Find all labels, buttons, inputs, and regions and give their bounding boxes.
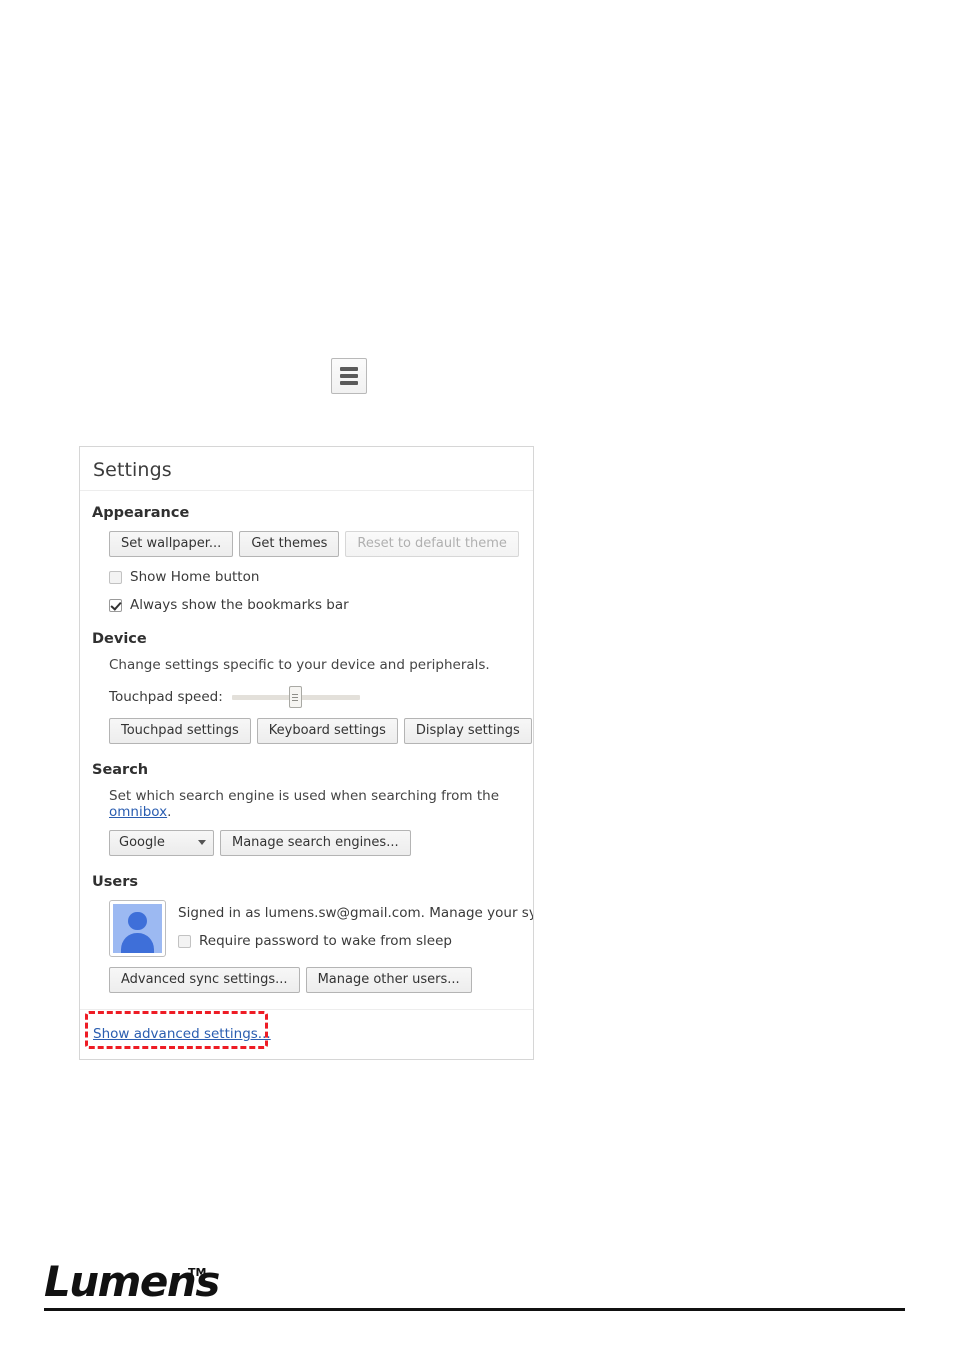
manage-other-users-button[interactable]: Manage other users... <box>305 967 472 993</box>
footer-rule <box>44 1308 905 1311</box>
always-show-bookmarks-bar-label: Always show the bookmarks bar <box>130 597 349 613</box>
section-title-device: Device <box>92 631 147 647</box>
hamburger-bar <box>340 367 358 371</box>
keyboard-settings-button[interactable]: Keyboard settings <box>256 718 398 744</box>
always-show-bookmarks-bar-row[interactable]: Always show the bookmarks bar <box>109 597 533 613</box>
always-show-bookmarks-bar-checkbox[interactable] <box>109 598 122 612</box>
show-home-button-checkbox[interactable] <box>109 570 122 584</box>
show-home-button-row[interactable]: Show Home button <box>109 569 533 585</box>
show-home-button-label: Show Home button <box>130 569 260 585</box>
search-engine-select[interactable]: Google <box>109 830 214 856</box>
search-control-row: Google Manage search engines... <box>109 830 533 856</box>
avatar-body <box>120 933 155 953</box>
search-description-period: . <box>167 804 172 820</box>
require-password-label: Require password to wake from sleep <box>199 933 452 949</box>
slider-thumb-grip <box>292 693 299 695</box>
section-device: Device Change settings specific to your … <box>80 631 533 744</box>
footer-link-wrap: Show advanced settings... <box>80 1010 533 1042</box>
hamburger-bar <box>340 381 358 385</box>
avatar-head <box>128 911 147 931</box>
display-settings-button[interactable]: Display settings <box>403 718 532 744</box>
slider-thumb[interactable] <box>288 686 302 708</box>
appearance-button-row: Set wallpaper... Get themes Reset to def… <box>109 531 533 557</box>
slider-thumb-grip <box>292 699 299 701</box>
get-themes-button[interactable]: Get themes <box>239 531 340 557</box>
touchpad-settings-button[interactable]: Touchpad settings <box>109 718 251 744</box>
lumens-logo-text: Lumens <box>44 1257 220 1306</box>
touchpad-speed-slider[interactable] <box>231 686 360 708</box>
section-appearance: Appearance Set wallpaper... Get themes R… <box>80 505 533 613</box>
device-button-row: Touchpad settings Keyboard settings Disp… <box>109 718 533 744</box>
hamburger-menu-icon[interactable] <box>331 358 367 394</box>
advanced-sync-settings-button[interactable]: Advanced sync settings... <box>109 967 300 993</box>
signed-in-status: Signed in as lumens.sw@gmail.com. Manage… <box>178 905 533 921</box>
users-button-row: Advanced sync settings... Manage other u… <box>109 967 533 993</box>
chevron-down-icon <box>198 840 206 845</box>
settings-panel: Settings Appearance Set wallpaper... Get… <box>79 446 534 1060</box>
search-description: Set which search engine is used when sea… <box>109 788 533 820</box>
section-title-appearance: Appearance <box>92 505 190 521</box>
reset-to-default-theme-button: Reset to default theme <box>345 531 519 557</box>
search-engine-selected-value: Google <box>119 835 165 850</box>
page-footer: Lumens TM <box>0 1260 954 1320</box>
slider-thumb-grip <box>292 696 299 698</box>
user-profile-row: Signed in as lumens.sw@gmail.com. Manage… <box>109 900 533 957</box>
avatar-person-icon <box>113 904 162 953</box>
header-divider <box>80 490 533 491</box>
section-users: Users Signed in as lumens.sw@gmail.com. … <box>80 874 533 993</box>
user-info: Signed in as lumens.sw@gmail.com. Manage… <box>178 900 533 949</box>
manage-search-engines-button[interactable]: Manage search engines... <box>220 830 411 856</box>
touchpad-speed-label: Touchpad speed: <box>109 689 223 705</box>
set-wallpaper-button[interactable]: Set wallpaper... <box>109 531 234 557</box>
section-title-search: Search <box>92 762 149 778</box>
section-title-users: Users <box>92 874 139 890</box>
touchpad-speed-row: Touchpad speed: <box>109 686 533 708</box>
settings-body: Appearance Set wallpaper... Get themes R… <box>80 505 533 1042</box>
avatar[interactable] <box>109 900 166 957</box>
require-password-checkbox[interactable] <box>178 934 191 948</box>
require-password-row[interactable]: Require password to wake from sleep <box>178 933 533 949</box>
search-description-text: Set which search engine is used when sea… <box>109 788 500 804</box>
hamburger-bar <box>340 374 358 378</box>
device-description: Change settings specific to your device … <box>109 657 490 673</box>
omnibox-link[interactable]: omnibox <box>109 804 167 820</box>
show-advanced-settings-link[interactable]: Show advanced settings... <box>93 1026 271 1042</box>
panel-footer: Show advanced settings... <box>80 1009 533 1042</box>
page-title: Settings <box>93 459 172 481</box>
section-search: Search Set which search engine is used w… <box>80 762 533 856</box>
trademark-symbol: TM <box>188 1266 207 1279</box>
